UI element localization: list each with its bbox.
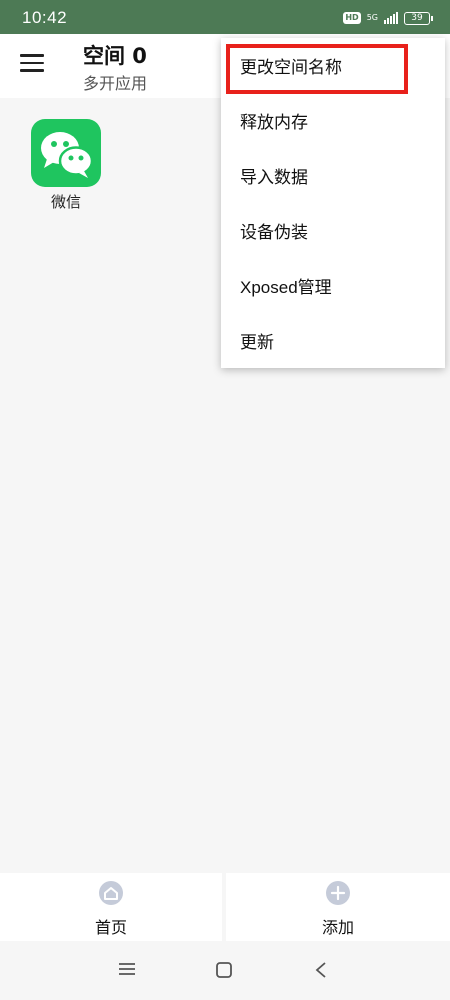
- network-label: 5G: [366, 13, 378, 22]
- system-nav-bar: [0, 945, 450, 1000]
- nav-add[interactable]: 添加: [226, 873, 450, 941]
- plus-icon: [326, 881, 350, 905]
- nav-home-label: 首页: [94, 918, 127, 937]
- battery-icon: 39: [404, 11, 433, 25]
- status-bar: 10:42 HD 5G 39: [0, 0, 450, 34]
- recents-icon[interactable]: [118, 961, 136, 977]
- home-button-icon[interactable]: [215, 961, 233, 979]
- screen: 10:42 HD 5G 39 空间 0 多开应用 微信 更改空间名称 释放内存 …: [0, 0, 450, 1000]
- nav-add-label: 添加: [321, 918, 354, 937]
- highlight-box: [226, 44, 408, 94]
- hamburger-menu-icon[interactable]: [20, 54, 44, 76]
- menu-item-device-spoof[interactable]: 设备伪装: [221, 205, 445, 260]
- status-icons: HD 5G 39: [343, 9, 433, 27]
- hd-badge: HD: [343, 12, 361, 24]
- menu-item-import-data[interactable]: 导入数据: [221, 150, 445, 205]
- page-subtitle: 多开应用: [83, 74, 148, 93]
- menu-item-xposed[interactable]: Xposed管理: [221, 260, 445, 315]
- status-time: 10:42: [22, 8, 68, 27]
- app-item-wechat[interactable]: 微信: [30, 119, 102, 212]
- nav-home[interactable]: 首页: [0, 873, 222, 941]
- signal-icon: [384, 12, 398, 24]
- bottom-nav: 首页 添加: [0, 873, 450, 945]
- app-label: 微信: [50, 193, 81, 211]
- wechat-icon: [31, 119, 101, 187]
- menu-item-update[interactable]: 更新: [221, 315, 445, 370]
- home-icon: [99, 881, 123, 905]
- back-icon[interactable]: [314, 961, 328, 979]
- menu-item-free-memory[interactable]: 释放内存: [221, 95, 445, 150]
- page-title: 空间 0: [83, 44, 147, 68]
